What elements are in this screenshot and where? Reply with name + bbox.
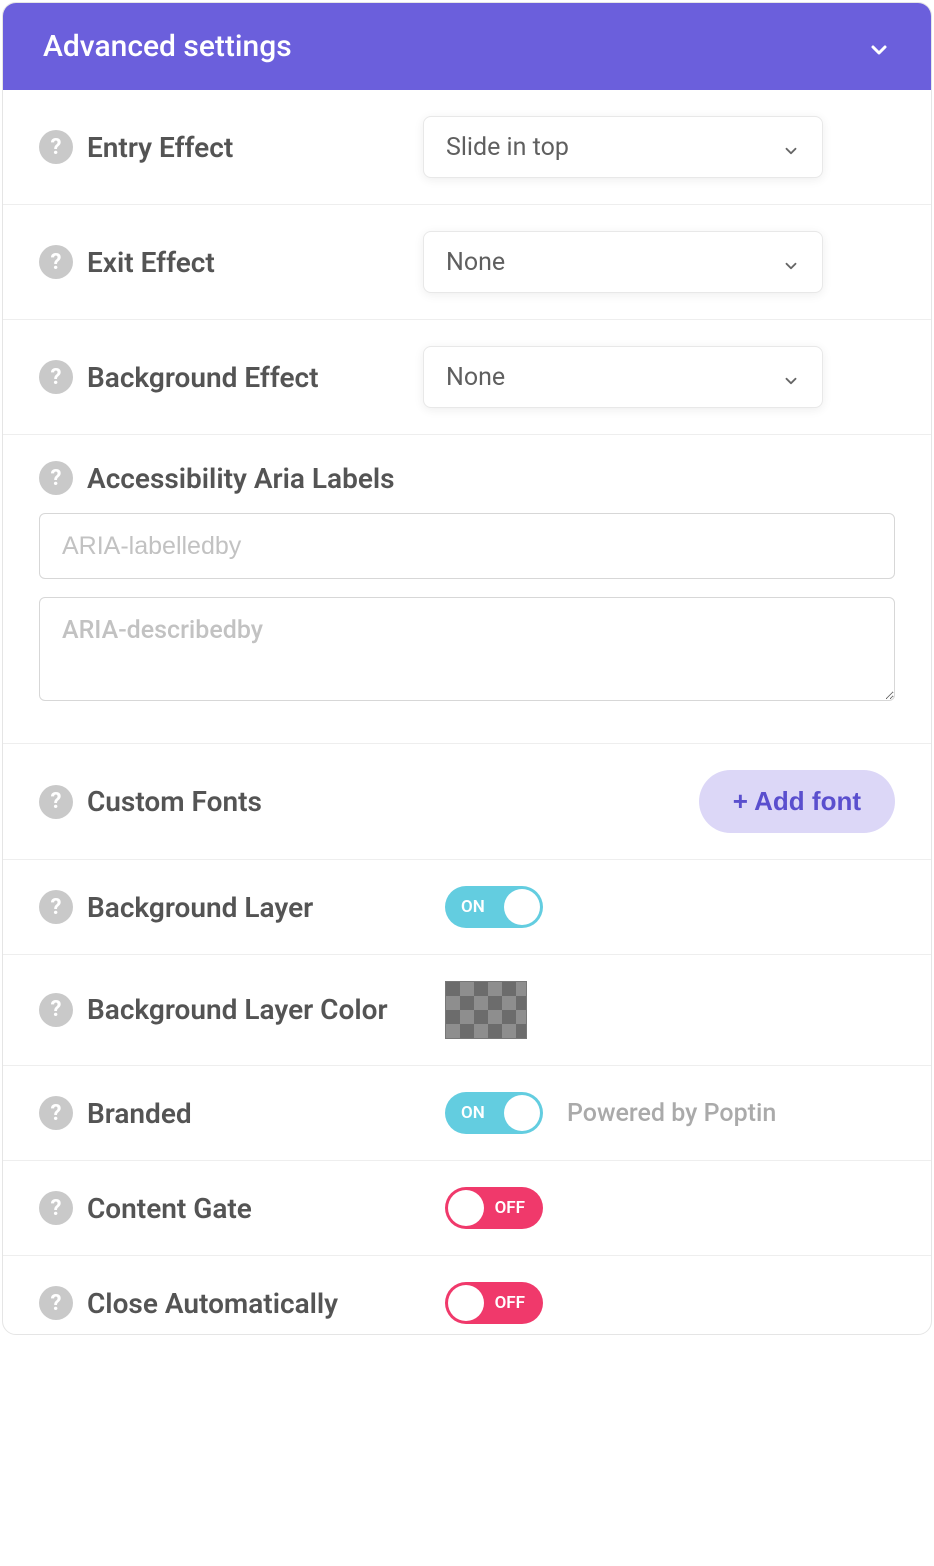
- help-icon[interactable]: ?: [39, 245, 73, 279]
- add-font-button[interactable]: + Add font: [699, 770, 895, 833]
- background-effect-select[interactable]: None: [423, 346, 823, 408]
- help-icon[interactable]: ?: [39, 890, 73, 924]
- branded-caption: Powered by Poptin: [567, 1099, 776, 1128]
- row-close-automatically: ? Close Automatically OFF: [3, 1256, 931, 1334]
- entry-effect-label: Entry Effect: [87, 131, 233, 164]
- row-content-gate: ? Content Gate OFF: [3, 1161, 931, 1256]
- row-custom-fonts: ? Custom Fonts + Add font: [3, 744, 931, 860]
- content-gate-toggle[interactable]: OFF: [445, 1187, 543, 1229]
- toggle-label: ON: [461, 897, 485, 917]
- background-layer-toggle[interactable]: ON: [445, 886, 543, 928]
- panel-header[interactable]: Advanced settings: [3, 3, 931, 90]
- help-icon[interactable]: ?: [39, 785, 73, 819]
- background-layer-label: Background Layer: [87, 891, 313, 924]
- help-icon[interactable]: ?: [39, 130, 73, 164]
- aria-labelledby-input[interactable]: [39, 513, 895, 579]
- help-icon[interactable]: ?: [39, 1191, 73, 1225]
- row-background-effect: ? Background Effect None: [3, 320, 931, 435]
- background-layer-color-swatch[interactable]: [445, 981, 527, 1039]
- help-icon[interactable]: ?: [39, 461, 73, 495]
- close-automatically-label: Close Automatically: [87, 1287, 338, 1320]
- chevron-down-icon: [782, 253, 800, 271]
- toggle-knob: [448, 1285, 484, 1321]
- help-icon[interactable]: ?: [39, 360, 73, 394]
- toggle-knob: [504, 1095, 540, 1131]
- close-automatically-toggle[interactable]: OFF: [445, 1282, 543, 1324]
- entry-effect-select[interactable]: Slide in top: [423, 116, 823, 178]
- custom-fonts-label: Custom Fonts: [87, 785, 262, 818]
- toggle-label: OFF: [495, 1293, 525, 1313]
- row-entry-effect: ? Entry Effect Slide in top: [3, 90, 931, 205]
- help-icon[interactable]: ?: [39, 993, 73, 1027]
- content-gate-label: Content Gate: [87, 1192, 252, 1225]
- background-effect-value: None: [446, 363, 505, 392]
- help-icon[interactable]: ?: [39, 1286, 73, 1320]
- toggle-knob: [504, 889, 540, 925]
- branded-label: Branded: [87, 1097, 192, 1130]
- toggle-knob: [448, 1190, 484, 1226]
- help-icon[interactable]: ?: [39, 1096, 73, 1130]
- branded-toggle[interactable]: ON: [445, 1092, 543, 1134]
- toggle-label: OFF: [495, 1198, 525, 1218]
- row-exit-effect: ? Exit Effect None: [3, 205, 931, 320]
- advanced-settings-panel: Advanced settings ? Entry Effect Slide i…: [2, 2, 932, 1335]
- exit-effect-select[interactable]: None: [423, 231, 823, 293]
- panel-title: Advanced settings: [43, 29, 292, 64]
- aria-describedby-input[interactable]: [39, 597, 895, 701]
- toggle-label: ON: [461, 1103, 485, 1123]
- row-branded: ? Branded ON Powered by Poptin: [3, 1066, 931, 1161]
- entry-effect-value: Slide in top: [446, 133, 569, 162]
- row-accessibility: ? Accessibility Aria Labels: [3, 435, 931, 744]
- row-background-layer-color: ? Background Layer Color: [3, 955, 931, 1066]
- accessibility-label: Accessibility Aria Labels: [87, 462, 395, 495]
- row-background-layer: ? Background Layer ON: [3, 860, 931, 955]
- chevron-down-icon: [782, 138, 800, 156]
- exit-effect-label: Exit Effect: [87, 246, 215, 279]
- background-layer-color-label: Background Layer Color: [87, 991, 388, 1029]
- chevron-down-icon: [782, 368, 800, 386]
- exit-effect-value: None: [446, 248, 505, 277]
- background-effect-label: Background Effect: [87, 361, 319, 394]
- chevron-down-icon: [867, 35, 891, 59]
